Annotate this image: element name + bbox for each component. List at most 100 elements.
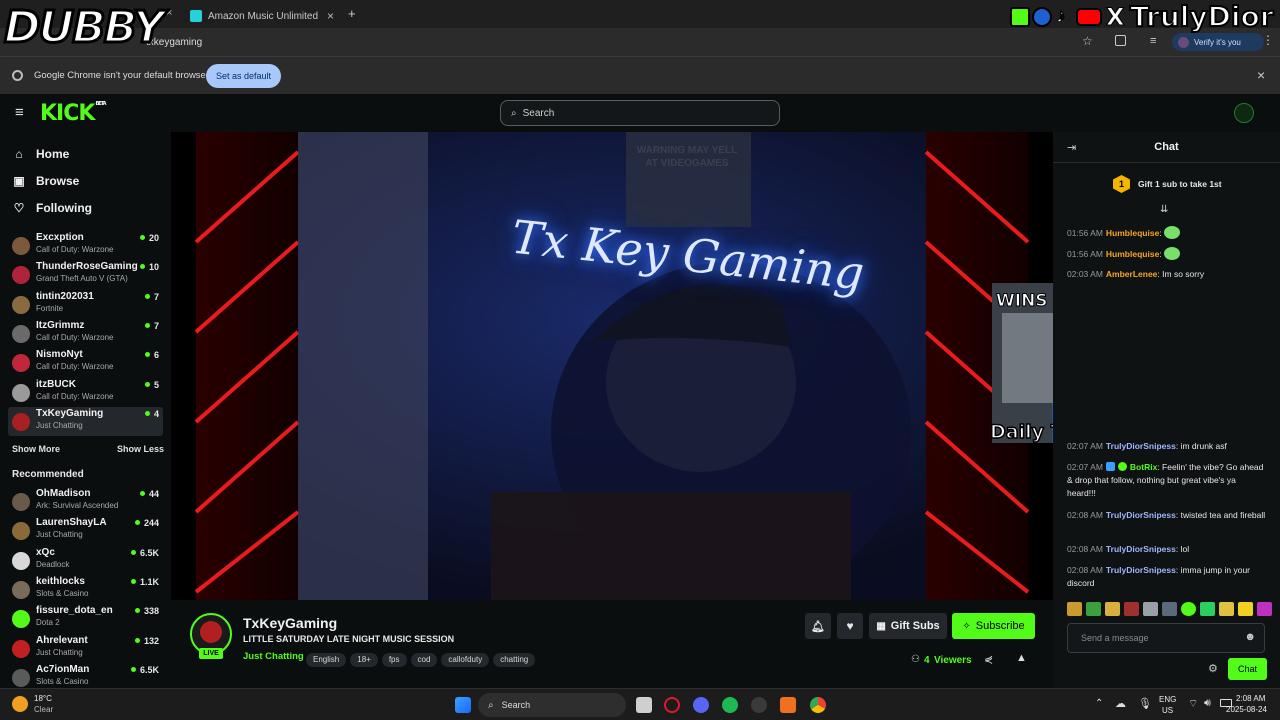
sidebar-channel[interactable]: fissure_dota_en Dota 2 338 [8,604,163,633]
emote-icon[interactable] [1067,602,1082,616]
kick-beta-label: BETA [95,101,106,107]
tab-search-icon[interactable]: ≡ [1150,35,1156,47]
language-code[interactable]: ENG [1159,695,1176,704]
sidebar-channel[interactable]: Excxption Call of Duty: Warzone 20 [8,231,163,260]
infobar-close-icon[interactable]: × [1257,67,1265,83]
emote-icon[interactable] [1105,602,1120,616]
menu-dots-icon[interactable]: ⋮ [1262,33,1274,47]
sidebar-channel[interactable]: NismoNyt Call of Duty: Warzone 6 [8,348,163,377]
emote-icon[interactable] [1086,602,1101,616]
chat-username[interactable]: TrulyDiorSnipess [1106,544,1176,554]
tray-chevron-icon[interactable]: ⌃ [1095,698,1103,709]
tab-close-icon[interactable]: × [166,7,172,19]
share-icon[interactable]: ⋞ [984,653,993,666]
clock-date[interactable]: 2025-08-24 [1226,705,1267,714]
emote-icon[interactable] [1200,602,1215,616]
stream-tag[interactable]: fps [381,653,407,667]
chat-username[interactable]: AmberLenee [1106,269,1158,279]
user-avatar[interactable] [1234,103,1254,123]
video-player[interactable]: Tx Key Gaming WARNING MAY YELL AT VIDEOG… [171,132,1053,600]
chat-username[interactable]: Humblequise [1106,249,1159,259]
channel-category: Just Chatting [36,647,83,657]
sidebar-item-browse[interactable]: ▣ Browse [12,171,79,191]
sidebar-channel[interactable]: TxKeyGaming Just Chatting 4 [8,406,163,436]
emote-icon[interactable] [1124,602,1139,616]
gift-subs-button[interactable]: ▦ Gift Subs [869,613,947,639]
star-icon[interactable]: ☆ [1082,34,1093,48]
opera-icon[interactable] [664,697,680,713]
sidebar-channel[interactable]: tintin202031 Fortnite 7 [8,290,163,319]
chat-username[interactable]: TrulyDiorSnipess [1106,441,1176,451]
chat-settings-icon[interactable]: ⚙ [1208,662,1218,675]
cloud-icon[interactable]: ☁ [1115,697,1126,710]
steam-icon[interactable] [751,697,767,713]
wifi-icon[interactable]: ⌔ [1188,697,1198,711]
emote-icon[interactable] [1238,602,1253,616]
language-region[interactable]: US [1162,706,1173,715]
app-icon[interactable] [780,697,796,713]
chat-send-button[interactable]: Chat [1228,658,1267,680]
verify-profile-button[interactable]: Verify it's you [1172,33,1264,51]
report-icon[interactable]: ▲ [1016,652,1027,664]
task-view-icon[interactable] [636,697,652,713]
channel-category: Ark: Survival Ascended [36,501,119,510]
emote-icon[interactable] [1181,602,1196,616]
kick-logo[interactable]: KICKBETA [40,101,107,126]
mic-icon[interactable]: 🎙︎ [1138,697,1152,710]
browser-tab[interactable]: Amazon Music Unlimited × [178,4,338,28]
sidebar-item-following[interactable]: ♡ Following [12,198,92,218]
sidebar-channel[interactable]: keithlocks Slots & Casino 1.1K [8,575,163,604]
chat-username[interactable]: TrulyDiorSnipess [1106,510,1176,520]
stream-tag[interactable]: chatting [493,653,536,667]
emote-bar [1067,602,1272,618]
stream-tag[interactable]: 18+ [350,653,378,667]
spotify-icon[interactable] [722,697,738,713]
sidebar-item-home[interactable]: ⌂ Home [12,144,69,164]
gift-leaderboard[interactable]: 1 Gift 1 sub to take 1st [1113,175,1222,193]
hamburger-menu-icon[interactable]: ≡ [15,104,24,121]
discord-icon[interactable] [693,697,709,713]
sidebar-channel[interactable]: xQc Deadlock 6.5K [8,546,163,575]
stream-tag[interactable]: English [306,653,347,667]
chat-message: 02:03 AM AmberLenee: Im so sorry [1067,269,1205,279]
channel-viewer-count: 20 [140,233,159,243]
chat-username[interactable]: BotRix [1130,462,1157,472]
set-as-default-button[interactable]: Set as default [206,64,281,88]
search-input[interactable]: ⌕ Search [500,100,780,126]
chrome-icon[interactable] [810,697,826,713]
channel-avatar-icon [12,580,30,599]
show-less-button[interactable]: Show Less [117,444,164,454]
sidebar-channel[interactable]: Ahrelevant Just Chatting 132 [8,634,163,663]
sidebar-channel[interactable]: itzBUCK Call of Duty: Warzone 5 [8,378,163,407]
chat-input[interactable]: Send a message ☻ [1067,623,1265,653]
volume-icon[interactable]: 🔊︎ [1204,697,1211,710]
emote-icon[interactable] [1257,602,1272,616]
sidebar-channel[interactable]: ThunderRoseGaming Grand Theft Auto V (GTA… [8,260,163,289]
stream-tag[interactable]: cod [410,653,438,667]
windows-start-icon[interactable] [455,697,471,713]
taskbar-search[interactable]: ⌕ Search [478,693,626,717]
extensions-icon[interactable] [1115,35,1126,46]
bot-badge-icon [1105,462,1115,471]
chat-username[interactable]: Humblequise [1106,228,1159,238]
subscribe-button[interactable]: ✧ Subscribe [952,613,1035,639]
emote-icon[interactable] [1162,602,1177,616]
new-tab-icon[interactable]: + [348,6,356,21]
pinned-toggle-icon[interactable]: ⇊ [1160,204,1168,215]
channel-logo-icon [200,621,222,643]
notifications-button[interactable]: 🔔︎ [805,613,831,639]
sidebar-channel[interactable]: ItzGrimmz Call of Duty: Warzone 7 [8,319,163,348]
emote-icon[interactable] [1143,602,1158,616]
emote-icon[interactable] [1219,602,1234,616]
channel-name[interactable]: TxKeyGaming [243,615,337,631]
show-more-button[interactable]: Show More [12,444,60,454]
tab-close-icon[interactable]: × [327,9,334,23]
sidebar-channel[interactable]: LaurenShayLA Just Chatting 244 [8,516,163,545]
sidebar-channel[interactable]: OhMadison Ark: Survival Ascended 44 [8,487,163,516]
emoji-icon[interactable]: ☻ [1244,631,1256,643]
follow-button[interactable]: ♥ [837,613,863,639]
category-link[interactable]: Just Chatting [243,651,304,662]
stream-tag[interactable]: callofduty [441,653,490,667]
clock-time[interactable]: 2:08 AM [1236,694,1265,703]
chat-username[interactable]: TrulyDiorSnipess [1106,565,1176,575]
